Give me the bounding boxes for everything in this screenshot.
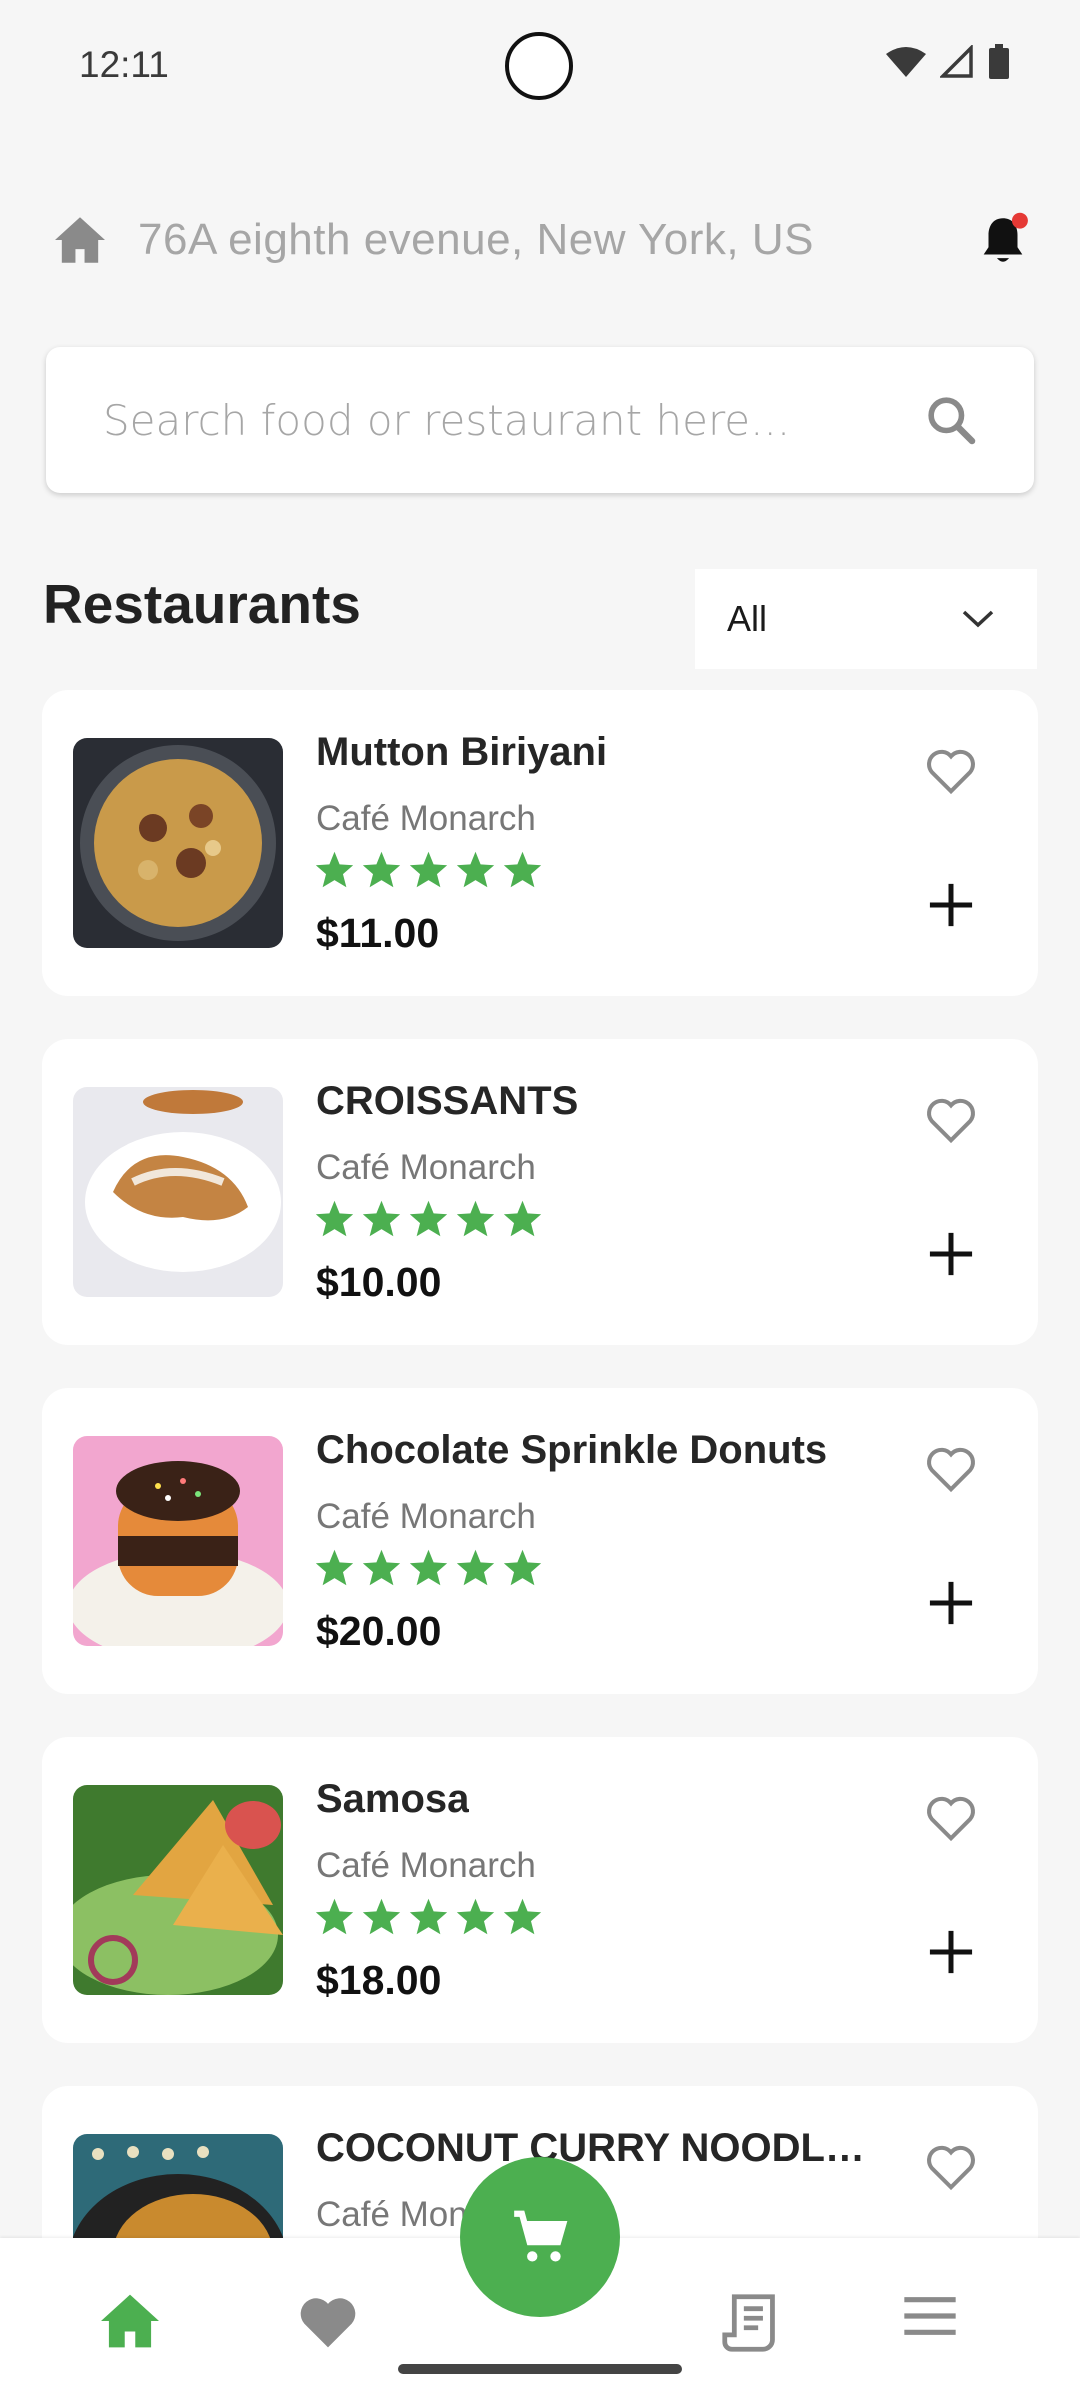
food-name: Mutton Biriyani [316,730,608,774]
food-image-donuts [73,1436,283,1646]
nav-orders[interactable] [722,2292,780,2359]
heart-outline-icon[interactable] [924,1095,978,1145]
star-icon [315,851,354,888]
status-time: 12:11 [79,44,169,85]
star-icon [409,1200,448,1237]
notification-button[interactable] [974,211,1032,274]
heart-outline-icon[interactable] [924,2142,978,2192]
heart-icon [300,2298,356,2348]
plus-icon[interactable] [928,1231,974,1277]
food-image-croissants [73,1087,283,1297]
star-icon [409,1898,448,1935]
home-indicator[interactable] [398,2364,682,2374]
food-name: CROISSANTS [316,1079,579,1123]
dropdown-value: All [727,598,768,639]
star-icon [456,1898,495,1935]
food-name: COCONUT CURRY NOODLE … [316,2126,886,2170]
nav-menu[interactable] [902,2292,958,2345]
search-input[interactable] [101,394,923,446]
restaurant-name: Café Monarch [316,799,536,838]
star-icon [362,1549,401,1586]
heart-outline-icon[interactable] [924,1444,978,1494]
nav-home[interactable] [98,2292,162,2355]
star-icon [503,851,542,888]
star-icon [503,1549,542,1586]
star-icon [456,851,495,888]
star-icon [503,1898,542,1935]
cart-icon [514,2210,568,2262]
battery-icon [989,44,1009,79]
star-icon [315,1200,354,1237]
category-dropdown[interactable]: All [695,569,1037,669]
star-icon [456,1549,495,1586]
food-price: $11.00 [316,910,440,956]
heart-outline-icon[interactable] [924,1793,978,1843]
status-icons [886,44,1010,80]
location-bar[interactable]: 76A eighth evenue, New York, US [52,205,1032,275]
food-price: $10.00 [316,1259,442,1305]
delivery-address: 76A eighth evenue, New York, US [138,215,814,264]
star-icon [362,1200,401,1237]
plus-icon[interactable] [928,882,974,928]
star-icon [409,851,448,888]
restaurant-name: Café Monarch [316,1148,536,1187]
star-icon [315,1549,354,1586]
home-icon [55,217,105,263]
receipt-icon [722,2294,775,2352]
food-card[interactable]: CROISSANTS Café Monarch $10.00 [42,1039,1038,1345]
food-name: Samosa [316,1777,470,1821]
home-icon [101,2294,159,2348]
star-icon [409,1549,448,1586]
search-icon[interactable] [923,392,979,448]
notification-dot [1011,212,1028,229]
food-card[interactable]: Samosa Café Monarch $18.00 [42,1737,1038,2043]
bell-icon [983,212,1028,262]
food-name: Chocolate Sprinkle Donuts [316,1428,828,1472]
food-image-samosa [73,1785,283,1995]
food-price: $18.00 [316,1957,442,2003]
star-rating [314,1199,543,1238]
signal-icon [940,45,973,78]
food-card[interactable]: Mutton Biriyani Café Monarch $11.00 [42,690,1038,996]
star-icon [362,1898,401,1935]
star-icon [456,1200,495,1237]
section-title: Restaurants [43,573,361,635]
food-card[interactable]: Chocolate Sprinkle Donuts Café Monarch $… [42,1388,1038,1694]
food-image-biryani [73,738,283,948]
search-bar[interactable] [46,347,1034,493]
star-rating [314,1897,543,1936]
nav-favorites[interactable] [296,2292,360,2355]
menu-icon [904,2297,956,2335]
star-rating [314,850,543,889]
cart-button[interactable] [460,2157,620,2317]
wifi-icon [886,47,926,77]
camera-cutout [505,32,573,100]
restaurant-name: Café Monarch [316,1846,536,1885]
star-icon [362,851,401,888]
star-rating [314,1548,543,1587]
status-bar: 12:11 [0,0,1080,120]
star-icon [315,1898,354,1935]
restaurant-name: Café Monarch [316,1497,536,1536]
plus-icon[interactable] [928,1580,974,1626]
plus-icon[interactable] [928,1929,974,1975]
star-icon [503,1200,542,1237]
chevron-down-icon [962,610,994,628]
food-price: $20.00 [316,1608,442,1654]
heart-outline-icon[interactable] [924,746,978,796]
